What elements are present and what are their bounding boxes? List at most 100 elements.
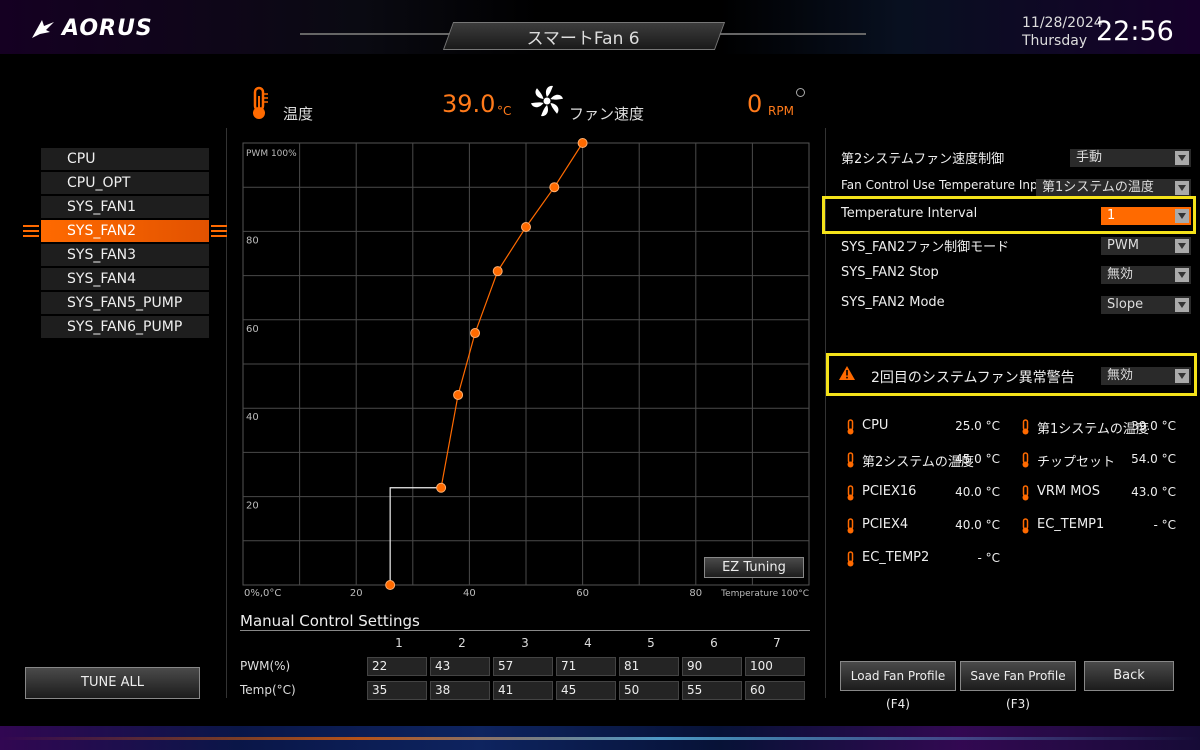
thermometer-icon xyxy=(1021,485,1030,505)
fan-list-item[interactable]: CPU_OPT xyxy=(41,172,209,194)
pwm-input[interactable]: 43 xyxy=(430,657,490,676)
fan-list-item[interactable]: SYS_FAN2 xyxy=(23,220,227,242)
fan-list-item[interactable]: CPU xyxy=(41,148,209,170)
x-tick-label: 0%,0°C xyxy=(244,588,281,599)
fan-speed-value: 0 xyxy=(747,90,763,118)
pwm-input[interactable]: 22 xyxy=(367,657,427,676)
title-decoration-right xyxy=(716,33,866,35)
setting-select[interactable]: Slope xyxy=(1101,296,1191,314)
curve-point[interactable] xyxy=(577,138,588,148)
bottom-light-streak xyxy=(0,737,1200,740)
temperature-sensor-name: EC_TEMP1 xyxy=(1037,517,1105,532)
temp-input[interactable]: 35 xyxy=(367,681,427,700)
chevron-down-icon xyxy=(1175,298,1189,312)
pwm-input[interactable]: 90 xyxy=(682,657,742,676)
column-number: 7 xyxy=(773,636,781,650)
tune-all-button[interactable]: TUNE ALL xyxy=(25,667,200,699)
page-title: スマートFan 6 xyxy=(526,29,640,49)
manual-settings-title: Manual Control Settings xyxy=(240,612,420,630)
date-text: 11/28/2024 xyxy=(1022,15,1103,31)
x-tick-label: 20 xyxy=(350,588,363,599)
column-number: 5 xyxy=(647,636,655,650)
weekday-text: Thursday xyxy=(1022,33,1088,49)
temperature-sensor-name: PCIEX4 xyxy=(862,517,909,532)
temperature-sensor-value: 43.0 °C xyxy=(1131,485,1176,499)
column-number: 1 xyxy=(395,636,403,650)
fan-list-item[interactable]: SYS_FAN4 xyxy=(41,268,209,290)
setting-select[interactable]: 無効 xyxy=(1101,266,1191,284)
chevron-down-icon xyxy=(1175,151,1189,165)
thermometer-icon xyxy=(846,551,855,571)
fan-icon xyxy=(530,84,564,122)
save-fan-profile-button[interactable]: Save Fan Profile (F3) xyxy=(960,661,1076,711)
falcon-icon xyxy=(32,19,54,38)
load-fan-profile-button[interactable]: Load Fan Profile (F4) xyxy=(840,661,956,711)
thermometer-icon xyxy=(846,419,855,439)
setting-select-value: 手動 xyxy=(1076,150,1103,165)
temperature-sensor-value: 39.0 °C xyxy=(1131,419,1176,433)
fan-curve-chart: 20 40 60 80 PWM 100% 0%,0°C 20 40 60 80 Temperatur… xyxy=(236,138,816,612)
y-tick-label: 80 xyxy=(246,235,259,246)
pwm-input[interactable]: 100 xyxy=(745,657,805,676)
divider-left xyxy=(226,128,227,698)
setting-label: SYS_FAN2ファン制御モード xyxy=(841,240,1010,255)
brand-text: AORUS xyxy=(62,16,153,41)
warning-select[interactable]: 無効 xyxy=(1101,367,1191,385)
curve-point[interactable] xyxy=(470,328,481,339)
setting-label: SYS_FAN2 Mode xyxy=(841,295,945,310)
temperature-sensor-value: 25.0 °C xyxy=(955,419,1000,433)
chevron-down-icon xyxy=(1175,369,1189,383)
warning-label: 2回目のシステムファン異常警告 xyxy=(871,370,1075,386)
pwm-input[interactable]: 71 xyxy=(556,657,616,676)
setting-select[interactable]: 1 xyxy=(1101,207,1191,225)
pwm-input[interactable]: 81 xyxy=(619,657,679,676)
temp-input[interactable]: 55 xyxy=(682,681,742,700)
temperature-sensor-value: 40.0 °C xyxy=(955,485,1000,499)
rpm-indicator-icon xyxy=(796,88,805,97)
temp-input[interactable]: 38 xyxy=(430,681,490,700)
setting-select[interactable]: PWM xyxy=(1101,237,1191,255)
temp-input[interactable]: 50 xyxy=(619,681,679,700)
setting-select-value: 第1システムの温度 xyxy=(1042,180,1154,195)
title-decoration-left xyxy=(300,33,450,35)
fan-speed-label: ファン速度 xyxy=(569,105,645,123)
curve-point[interactable] xyxy=(549,182,560,193)
curve-point[interactable] xyxy=(492,266,503,277)
curve-point[interactable] xyxy=(385,580,396,590)
curve-point[interactable] xyxy=(436,482,447,493)
setting-label: SYS_FAN2 Stop xyxy=(841,265,939,280)
setting-select-value: PWM xyxy=(1107,238,1139,253)
temp-input[interactable]: 41 xyxy=(493,681,553,700)
thermometer-icon xyxy=(1021,518,1030,538)
thermometer-icon xyxy=(846,485,855,505)
temp-row-label: Temp(°C) xyxy=(240,683,296,697)
aorus-logo: AORUS xyxy=(30,16,153,41)
column-number: 2 xyxy=(458,636,466,650)
clock: 22:56 xyxy=(1096,16,1174,47)
thermometer-icon xyxy=(846,518,855,538)
column-number: 3 xyxy=(521,636,529,650)
setting-select-value: Slope xyxy=(1107,297,1144,312)
curve-point[interactable] xyxy=(453,389,464,400)
setting-select[interactable]: 第1システムの温度 xyxy=(1036,179,1191,197)
y-tick-label: 40 xyxy=(246,412,259,423)
temperature-unit: °C xyxy=(497,104,512,118)
chevron-down-icon xyxy=(1175,209,1189,223)
temperature-sensor-name: EC_TEMP2 xyxy=(862,550,930,565)
setting-select[interactable]: 手動 xyxy=(1070,149,1191,167)
curve-point[interactable] xyxy=(521,221,531,232)
fan-list-item[interactable]: SYS_FAN5_PUMP xyxy=(41,292,209,314)
fan-list-item[interactable]: SYS_FAN6_PUMP xyxy=(41,316,209,338)
temp-input[interactable]: 45 xyxy=(556,681,616,700)
fan-list-item[interactable]: SYS_FAN3 xyxy=(41,244,209,266)
chevron-down-icon xyxy=(1175,181,1189,195)
back-button[interactable]: Back xyxy=(1084,661,1174,691)
fan-list-item[interactable]: SYS_FAN1 xyxy=(41,196,209,218)
fan-curve-svg[interactable]: 20 40 60 80 PWM 100% 0%,0°C 20 40 60 80 Temperatur… xyxy=(236,138,816,608)
thermometer-icon xyxy=(1021,452,1030,472)
pwm-input[interactable]: 57 xyxy=(493,657,553,676)
chevron-down-icon xyxy=(1175,239,1189,253)
ez-tuning-button[interactable]: EZ Tuning xyxy=(704,557,804,578)
temp-input[interactable]: 60 xyxy=(745,681,805,700)
setting-label: 第2システムファン速度制御 xyxy=(841,152,1005,167)
